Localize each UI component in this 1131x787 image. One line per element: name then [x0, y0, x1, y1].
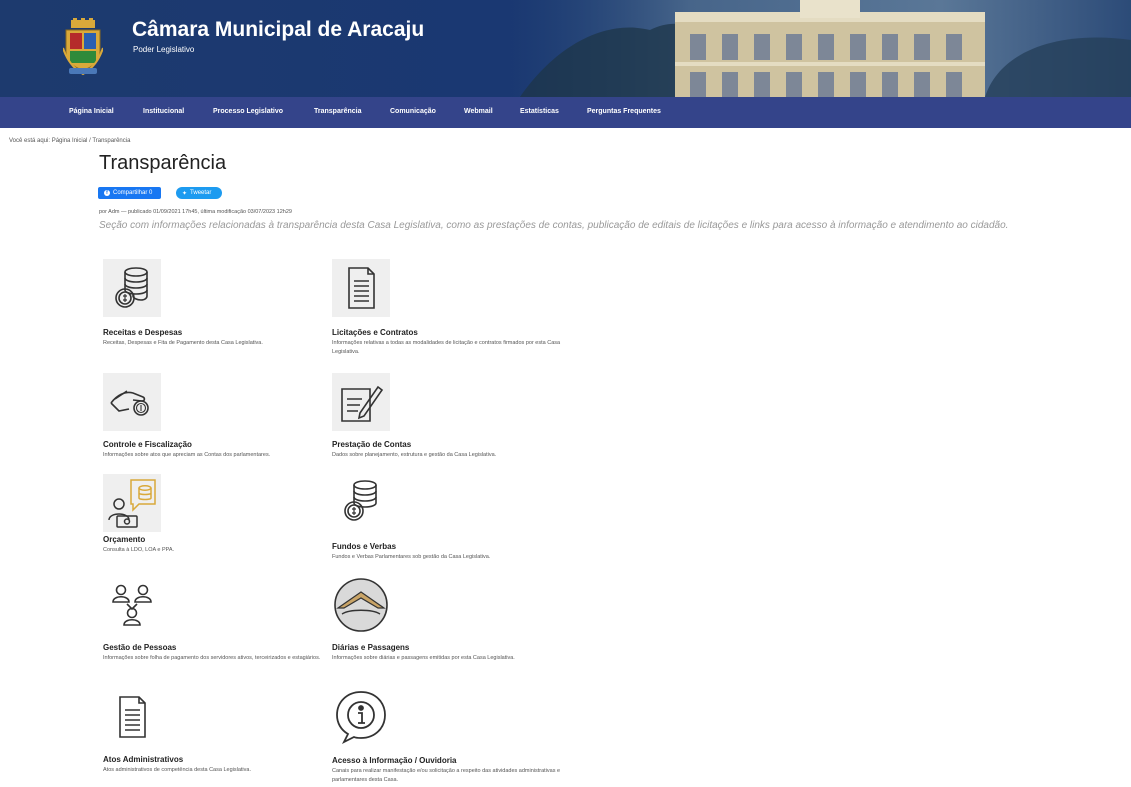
plane-road-icon [332, 576, 390, 634]
tile-title[interactable]: Receitas e Despesas [103, 328, 182, 337]
tile-title[interactable]: Controle e Fiscalização [103, 440, 192, 449]
nav-item-webmail[interactable]: Webmail [464, 108, 493, 115]
document-icon [103, 688, 161, 746]
building-photo-banner [500, 0, 1131, 97]
nav-item-transparencia[interactable]: Transparência [314, 108, 361, 115]
nav-item-processo-legislativo[interactable]: Processo Legislativo [213, 108, 283, 115]
tile-prestacao-contas[interactable]: Prestação de Contas Dados sobre planejam… [332, 373, 582, 473]
tile-title[interactable]: Gestão de Pessoas [103, 643, 176, 652]
tile-fundos-verbas[interactable]: Fundos e Verbas Fundos e Verbas Parlamen… [332, 474, 582, 574]
people-network-icon [103, 576, 161, 634]
document-icon [332, 259, 390, 317]
budget-person-icon [103, 474, 161, 532]
breadcrumb-home-link[interactable]: Página Inicial [52, 138, 88, 144]
tile-description: Consulta à LDO, LOA e PPA. [103, 547, 175, 553]
info-icon [332, 688, 390, 746]
tile-receitas-despesas[interactable]: Receitas e Despesas Receitas, Despesas e… [103, 259, 353, 359]
tile-diarias-passagens[interactable]: Diárias e Passagens Informações sobre di… [332, 576, 582, 676]
tile-description: Atos administrativos de competência dest… [103, 767, 251, 773]
municipal-coat-of-arms-icon [63, 18, 103, 76]
nav-item-perguntas-frequentes[interactable]: Perguntas Frequentes [587, 108, 661, 115]
coins-stack-icon [332, 474, 390, 532]
tile-gestao-pessoas[interactable]: Gestão de Pessoas Informações sobre folh… [103, 576, 353, 681]
tile-description: Dados sobre planejamento, estrutura e ge… [332, 452, 497, 458]
breadcrumb: Você está aqui: Página Inicial / Transpa… [9, 138, 130, 144]
nav-item-estatisticas[interactable]: Estatísticas [520, 108, 559, 115]
tile-description: Informações relativas a todas as modalid… [332, 340, 561, 355]
breadcrumb-prefix: Você está aqui: [9, 138, 51, 144]
facebook-icon: f [104, 190, 110, 196]
page-title: Transparência [99, 152, 227, 174]
twitter-share-label: Tweetar [190, 190, 212, 196]
page-intro: Seção com informações relacionadas à tra… [99, 220, 1009, 231]
tile-description: Informações sobre diárias e passagens em… [332, 655, 515, 661]
nav-item-pagina-inicial[interactable]: Página Inicial [69, 108, 114, 115]
tile-acesso-informacao-ouvidoria[interactable]: Acesso à Informação / Ouvidoria Canais p… [332, 688, 582, 787]
tile-title[interactable]: Acesso à Informação / Ouvidoria [332, 756, 456, 765]
nav-item-institucional[interactable]: Institucional [143, 108, 184, 115]
facebook-share-label: Compartilhar 0 [113, 190, 153, 196]
tile-description: Fundos e Verbas Parlamentares sob gestão… [332, 554, 491, 560]
site-subtitle: Poder Legislativo [133, 45, 195, 54]
tile-licitacoes-contratos[interactable]: Licitações e Contratos Informações relat… [332, 259, 582, 359]
facebook-share-button[interactable]: f Compartilhar 0 [98, 187, 161, 199]
twitter-icon: ✦ [182, 190, 188, 197]
tile-title[interactable]: Licitações e Contratos [332, 328, 418, 337]
tile-description: Informações sobre folha de pagamento dos… [103, 655, 321, 661]
tile-controle-fiscalizacao[interactable]: Controle e Fiscalização Informações sobr… [103, 373, 353, 473]
breadcrumb-separator: / [89, 138, 91, 144]
breadcrumb-current: Transparência [92, 138, 131, 144]
site-header: Câmara Municipal de Aracaju Poder Legisl… [0, 0, 1131, 97]
main-nav: Página Inicial Institucional Processo Le… [0, 97, 1131, 128]
tile-title[interactable]: Diárias e Passagens [332, 643, 409, 652]
nav-item-comunicacao[interactable]: Comunicação [390, 108, 436, 115]
tile-atos-administrativos[interactable]: Atos Administrativos Atos administrativo… [103, 688, 353, 778]
document-pen-icon [332, 373, 390, 431]
site-title[interactable]: Câmara Municipal de Aracaju [132, 18, 424, 42]
tile-title[interactable]: Orçamento [103, 535, 145, 544]
twitter-share-button[interactable]: ✦ Tweetar [176, 187, 222, 199]
hand-coin-icon [103, 373, 161, 431]
tile-description: Canais para realizar manifestação e/ou s… [332, 768, 561, 783]
tile-title[interactable]: Fundos e Verbas [332, 542, 396, 551]
tile-orcamento[interactable]: Orçamento Consulta à LDO, LOA e PPA. [103, 474, 353, 564]
coins-stack-icon [103, 259, 161, 317]
document-byline: por Adm — publicado 01/09/2021 17h45, úl… [99, 209, 292, 215]
tile-title[interactable]: Prestação de Contas [332, 440, 411, 449]
tile-description: Informações sobre atos que apreciam as C… [103, 452, 271, 458]
tile-title[interactable]: Atos Administrativos [103, 755, 183, 764]
tile-description: Receitas, Despesas e Fita de Pagamento d… [103, 340, 263, 346]
